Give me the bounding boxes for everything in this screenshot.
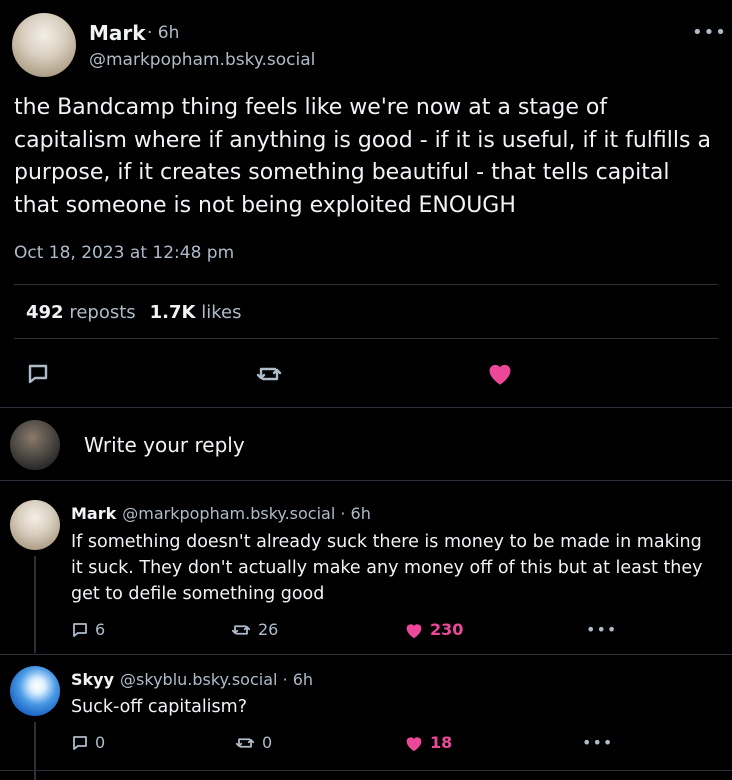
- post-stats: 492 reposts 1.7K likes: [26, 302, 241, 323]
- author-avatar[interactable]: [12, 13, 76, 77]
- reposts-label: reposts: [69, 302, 136, 323]
- reply-text: If something doesn't already suck there …: [71, 532, 703, 604]
- reply-like-button[interactable]: 18: [404, 733, 452, 752]
- reply-input-prompt[interactable]: Write your reply: [84, 433, 245, 457]
- reply-repost-button[interactable]: 26: [230, 620, 278, 639]
- reply-comment-button[interactable]: 0: [71, 733, 105, 752]
- divider: [0, 770, 732, 771]
- divider: [14, 284, 718, 285]
- comment-icon: [73, 735, 87, 750]
- heart-icon: [406, 623, 422, 638]
- comment-icon: [73, 622, 87, 637]
- reply-header: Skyy @skyblu.bsky.social · 6h: [71, 670, 313, 689]
- reply-author-name[interactable]: Skyy: [71, 670, 114, 689]
- author-name[interactable]: Mark: [89, 21, 146, 45]
- reply-avatar[interactable]: [10, 500, 60, 550]
- more-options-button[interactable]: •••: [692, 22, 727, 43]
- reply-count: 6: [95, 620, 106, 639]
- reply-more-button[interactable]: •••: [582, 733, 613, 752]
- thread-line: [34, 722, 36, 780]
- like-button[interactable]: [486, 360, 514, 386]
- like-count: 18: [430, 733, 453, 752]
- likes-stat[interactable]: 1.7K likes: [150, 302, 242, 323]
- post-text: the Bandcamp thing feels like we're now …: [14, 95, 711, 218]
- reply-avatar[interactable]: [10, 666, 60, 716]
- author-handle[interactable]: @markpopham.bsky.social: [89, 50, 315, 70]
- reply-like-button[interactable]: 230: [404, 620, 463, 639]
- reply-more-button[interactable]: •••: [586, 620, 617, 639]
- reposts-stat[interactable]: 492 reposts: [26, 302, 136, 323]
- likes-label: likes: [201, 302, 242, 323]
- reply-meta: @markpopham.bsky.social · 6h: [122, 504, 371, 523]
- repost-icon: [256, 367, 282, 381]
- divider: [0, 480, 732, 481]
- reply-text: Suck-off capitalism?: [71, 697, 247, 717]
- repost-button[interactable]: [255, 362, 283, 386]
- thread-line: [34, 556, 36, 653]
- divider: [0, 407, 732, 408]
- heart-icon: [489, 364, 511, 385]
- reply-repost-button[interactable]: 0: [234, 733, 272, 752]
- user-avatar: [10, 420, 60, 470]
- heart-icon: [406, 736, 422, 751]
- post-time: · 6h: [147, 23, 180, 43]
- more-icon: •••: [586, 620, 618, 639]
- reply-header: Mark @markpopham.bsky.social · 6h: [71, 504, 371, 523]
- more-icon: •••: [582, 733, 614, 752]
- post-header: Mark · 6h @markpopham.bsky.social •••: [0, 0, 732, 90]
- likes-count: 1.7K: [149, 302, 196, 323]
- repost-icon: [235, 737, 255, 748]
- repost-icon: [231, 624, 251, 635]
- divider: [14, 338, 718, 339]
- reply-button[interactable]: [26, 362, 50, 386]
- divider: [0, 654, 732, 655]
- repost-count: 0: [262, 733, 273, 752]
- repost-count: 26: [258, 620, 279, 639]
- comment-icon: [28, 364, 48, 384]
- reply-count: 0: [95, 733, 106, 752]
- post-date: Oct 18, 2023 at 12:48 pm: [14, 243, 235, 263]
- reply-comment-button[interactable]: 6: [71, 620, 105, 639]
- reply-meta: @skyblu.bsky.social · 6h: [120, 670, 314, 689]
- reposts-count: 492: [26, 302, 64, 323]
- like-count: 230: [430, 620, 464, 639]
- reply-author-name[interactable]: Mark: [71, 504, 116, 523]
